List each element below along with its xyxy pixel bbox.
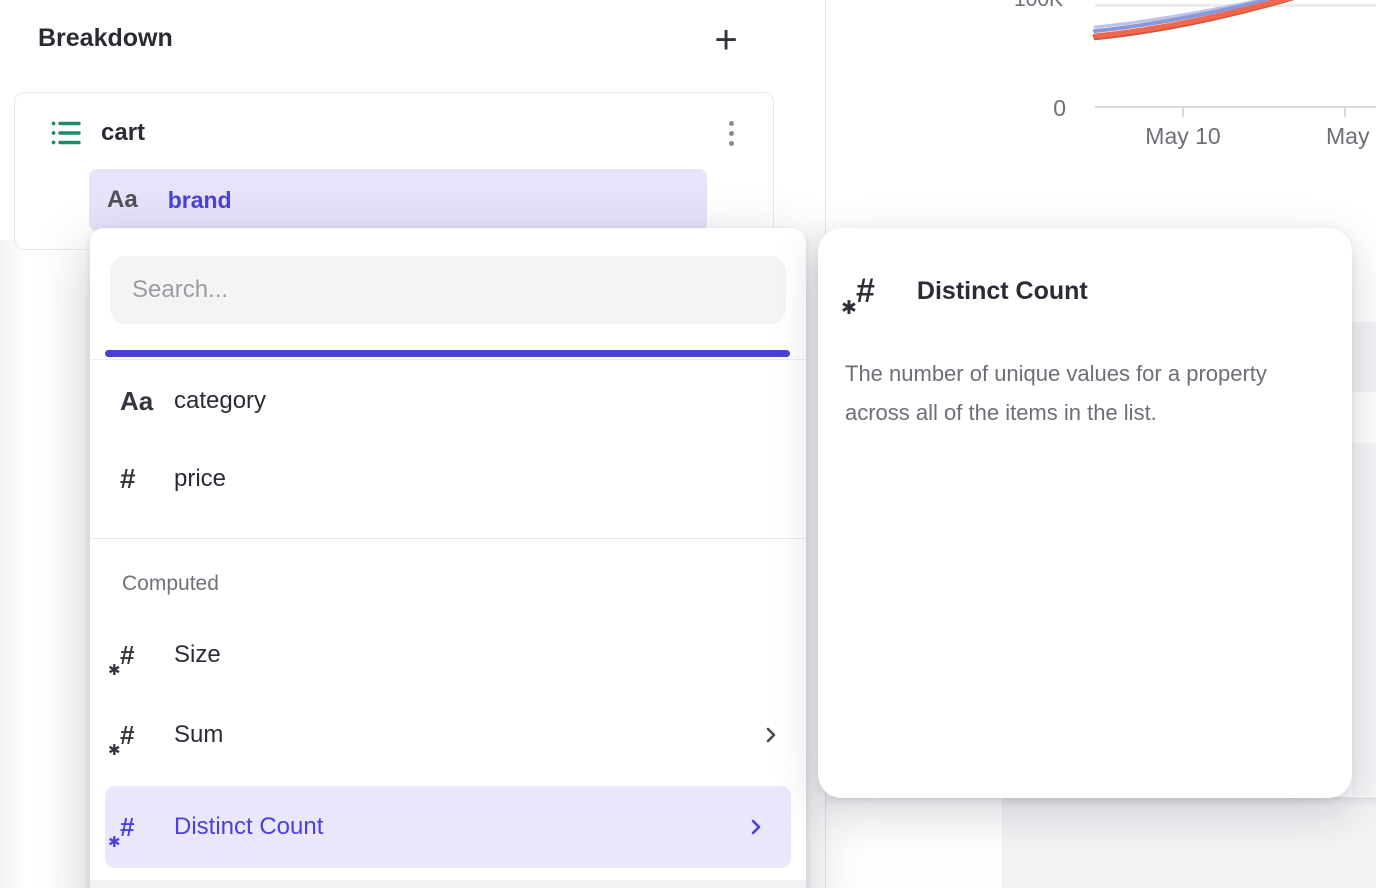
selected-property-label: brand xyxy=(168,187,232,214)
search-input[interactable] xyxy=(110,256,786,324)
dropdown-item-distinct-count[interactable]: # ✱ Distinct Count xyxy=(105,786,791,868)
dropdown-item-sum[interactable]: # ✱ Sum xyxy=(90,696,806,774)
event-row-cart[interactable]: cart xyxy=(15,107,773,159)
kebab-dot xyxy=(729,141,734,146)
plus-icon: + xyxy=(714,20,737,60)
background-table-band xyxy=(1352,322,1376,392)
chevron-right-icon xyxy=(747,818,765,836)
dropdown-footer xyxy=(90,880,806,888)
kebab-dot xyxy=(729,121,734,126)
list-icon xyxy=(51,120,81,146)
active-tab-indicator xyxy=(105,350,790,357)
divider xyxy=(90,538,806,539)
divider xyxy=(90,359,806,360)
selected-property-brand[interactable]: Aa brand xyxy=(89,169,707,231)
section-label-computed: Computed xyxy=(122,572,219,596)
x-tick-label-may10: May 10 xyxy=(1141,123,1225,150)
kebab-menu-button[interactable] xyxy=(711,113,751,153)
text-type-icon: Aa xyxy=(107,186,138,214)
dropdown-item-label: Sum xyxy=(174,721,223,749)
x-axis-tick xyxy=(1182,108,1184,117)
dropdown-item-size[interactable]: # ✱ Size xyxy=(90,616,806,694)
line-chart-series xyxy=(1095,0,1376,60)
property-details-card: # ✱ Distinct Count The number of unique … xyxy=(818,228,1352,798)
chevron-right-icon xyxy=(762,726,780,744)
page-title: Breakdown xyxy=(38,24,173,53)
property-dropdown: Aa category # price Computed # ✱ Size # … xyxy=(90,228,806,888)
asterisk-icon: ✱ xyxy=(108,833,121,851)
details-description: The number of unique values for a proper… xyxy=(845,354,1325,432)
dropdown-item-price[interactable]: # price xyxy=(90,440,806,518)
asterisk-icon: ✱ xyxy=(841,297,857,320)
number-type-icon: # xyxy=(120,463,160,495)
details-title: Distinct Count xyxy=(917,277,1088,306)
x-tick-label-may1: May 1 xyxy=(1326,123,1376,150)
text-type-icon: Aa xyxy=(120,386,160,417)
background-table-band xyxy=(1352,443,1376,796)
computed-number-icon: # ✱ xyxy=(120,720,160,751)
y-tick-label-0: 0 xyxy=(1030,95,1066,122)
computed-number-icon: # ✱ xyxy=(856,272,875,311)
breakdown-card: cart Aa brand xyxy=(14,92,774,250)
dropdown-item-label: category xyxy=(174,387,266,415)
left-edge-shadow xyxy=(0,240,26,888)
computed-number-icon: # ✱ xyxy=(120,812,160,843)
details-header: # ✱ Distinct Count xyxy=(856,272,1088,311)
chart-x-axis xyxy=(1095,106,1376,108)
asterisk-icon: ✱ xyxy=(108,741,121,759)
asterisk-icon: ✱ xyxy=(108,661,121,679)
y-tick-label-100k: 100K xyxy=(1014,0,1063,12)
event-name: cart xyxy=(101,119,145,147)
app-screen: 100K 0 May 10 May 1 Breakdown + cart xyxy=(0,0,1376,888)
x-axis-tick xyxy=(1344,108,1346,117)
dropdown-item-category[interactable]: Aa category xyxy=(90,362,806,440)
background-table-cell xyxy=(826,797,1002,888)
kebab-dot xyxy=(729,131,734,136)
dropdown-item-label: price xyxy=(174,465,226,493)
background-table-cell xyxy=(1002,797,1376,888)
dropdown-item-label: Size xyxy=(174,641,221,669)
add-breakdown-button[interactable]: + xyxy=(704,18,748,62)
computed-number-icon: # ✱ xyxy=(120,640,160,671)
dropdown-item-label: Distinct Count xyxy=(174,813,323,841)
